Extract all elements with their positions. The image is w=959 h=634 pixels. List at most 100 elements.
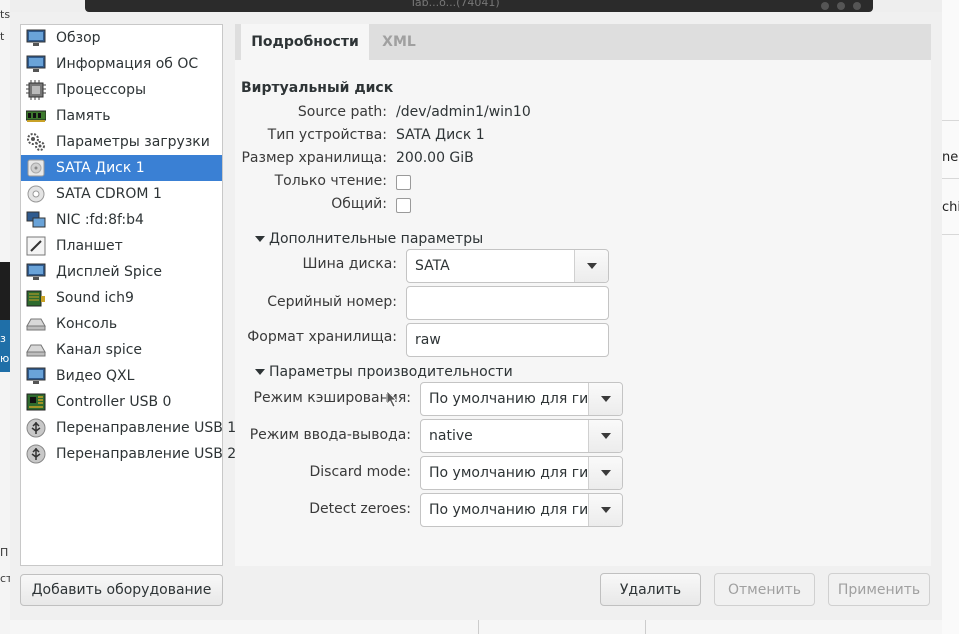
readonly-checkbox[interactable] bbox=[396, 175, 411, 190]
storage-format-label: Формат хранилища: bbox=[247, 329, 397, 345]
hw-item-cpus[interactable]: Процессоры bbox=[21, 77, 222, 103]
hw-item-nic[interactable]: NIC :fd:8f:b4 bbox=[21, 207, 222, 233]
cdrom-icon bbox=[25, 183, 47, 205]
discard-mode-combo[interactable]: По умолчанию для гип bbox=[420, 456, 623, 490]
hw-item-boot-options[interactable]: Параметры загрузки bbox=[21, 129, 222, 155]
bg-divider bbox=[942, 234, 959, 235]
cache-mode-value: По умолчанию для гип bbox=[429, 391, 588, 407]
apply-button[interactable]: Применить bbox=[828, 573, 930, 606]
hw-item-usb-redirect-1[interactable]: Перенаправление USB 1 bbox=[21, 415, 236, 441]
hw-item-sata-disk-1[interactable]: SATA Диск 1 bbox=[21, 155, 222, 181]
hw-item-video-qxl[interactable]: Видео QXL bbox=[21, 363, 222, 389]
shared-label: Общий: bbox=[331, 196, 387, 212]
gears-icon bbox=[25, 131, 47, 153]
minimize-dot-icon bbox=[821, 2, 829, 10]
io-mode-combo[interactable]: native bbox=[420, 419, 623, 453]
detect-zeroes-combo[interactable]: По умолчанию для гип bbox=[420, 493, 623, 527]
usb-icon bbox=[25, 417, 47, 439]
tablet-icon bbox=[25, 235, 47, 257]
background-right-strip: ne ( chi bbox=[942, 0, 959, 634]
bg-divider bbox=[942, 178, 959, 179]
disk-icon bbox=[25, 157, 47, 179]
bg-fragment: П bbox=[0, 546, 9, 559]
hw-item-os-info[interactable]: Информация об ОС bbox=[21, 51, 222, 77]
details-panel: Подробности XML Виртуальный диск Source … bbox=[235, 24, 931, 566]
bg-fragment: з bbox=[0, 332, 6, 345]
detect-zeroes-label: Detect zeroes: bbox=[309, 501, 411, 517]
monitor-icon bbox=[25, 27, 47, 49]
storage-size-label: Размер хранилища: bbox=[241, 150, 387, 166]
hw-item-label: Перенаправление USB 1 bbox=[56, 420, 237, 436]
chevron-down-icon[interactable] bbox=[588, 383, 622, 415]
chevron-down-icon[interactable] bbox=[588, 457, 622, 489]
performance-options-expander[interactable]: Параметры производительности bbox=[255, 364, 513, 380]
bg-divider bbox=[645, 620, 646, 634]
serial-number-label: Серийный номер: bbox=[267, 294, 397, 310]
hw-item-spice-channel[interactable]: Канал spice bbox=[21, 337, 222, 363]
hw-item-label: NIC :fd:8f:b4 bbox=[56, 212, 144, 228]
device-type-label: Тип устройства: bbox=[267, 127, 387, 143]
storage-format-input[interactable]: raw bbox=[406, 323, 609, 357]
disk-bus-combo[interactable]: SATA bbox=[406, 249, 609, 283]
chevron-down-icon[interactable] bbox=[588, 420, 622, 452]
serial-number-input[interactable] bbox=[406, 286, 609, 320]
advanced-options-title: Дополнительные параметры bbox=[269, 231, 484, 247]
bg-fragment: t bbox=[0, 30, 5, 43]
hw-item-overview[interactable]: Обзор bbox=[21, 25, 222, 51]
tab-details[interactable]: Подробности bbox=[241, 24, 369, 60]
disk-bus-label: Шина диска: bbox=[302, 256, 397, 272]
hardware-list[interactable]: Обзор Информация об ОС Процессоры Память… bbox=[20, 24, 236, 566]
cpu-icon bbox=[25, 79, 47, 101]
bg-fragment: ne ( bbox=[942, 150, 959, 165]
sound-icon bbox=[25, 287, 47, 309]
background-bottom-strip bbox=[10, 620, 942, 634]
network-icon bbox=[25, 209, 47, 231]
device-type-value: SATA Диск 1 bbox=[396, 127, 485, 143]
hw-item-tablet[interactable]: Планшет bbox=[21, 233, 222, 259]
remove-button[interactable]: Удалить bbox=[600, 573, 701, 606]
monitor-icon bbox=[25, 261, 47, 283]
source-path-value: /dev/admin1/win10 bbox=[396, 104, 531, 120]
monitor-icon bbox=[25, 53, 47, 75]
hw-item-label: Память bbox=[56, 108, 111, 124]
hw-item-label: Планшет bbox=[56, 238, 123, 254]
hw-item-label: SATA CDROM 1 bbox=[56, 186, 162, 202]
bg-dark-block bbox=[0, 262, 10, 320]
tab-bar: Подробности XML bbox=[235, 24, 931, 60]
hw-item-sata-cdrom-1[interactable]: SATA CDROM 1 bbox=[21, 181, 222, 207]
hw-item-sound[interactable]: Sound ich9 bbox=[21, 285, 222, 311]
hw-item-controller-usb[interactable]: Controller USB 0 bbox=[21, 389, 222, 415]
tab-xml[interactable]: XML bbox=[369, 24, 429, 60]
virtual-disk-title: Виртуальный диск bbox=[241, 80, 394, 96]
chevron-down-icon[interactable] bbox=[574, 250, 608, 282]
hw-item-label: Перенаправление USB 2 bbox=[56, 446, 237, 462]
hw-item-memory[interactable]: Память bbox=[21, 103, 222, 129]
chevron-down-icon[interactable] bbox=[588, 494, 622, 526]
shared-checkbox[interactable] bbox=[396, 198, 411, 213]
storage-size-value: 200.00 GiB bbox=[396, 150, 474, 166]
discard-mode-label: Discard mode: bbox=[309, 464, 411, 480]
hw-item-usb-redirect-2[interactable]: Перенаправление USB 2 bbox=[21, 441, 236, 467]
expander-arrow-icon bbox=[255, 369, 265, 375]
hw-item-display-spice[interactable]: Дисплей Spice bbox=[21, 259, 222, 285]
maximize-dot-icon bbox=[837, 2, 845, 10]
cancel-button[interactable]: Отменить bbox=[714, 573, 815, 606]
hw-item-label: Канал spice bbox=[56, 342, 143, 358]
usb-icon bbox=[25, 443, 47, 465]
hw-item-label: Sound ich9 bbox=[56, 290, 134, 306]
advanced-options-expander[interactable]: Дополнительные параметры bbox=[255, 231, 483, 247]
serial-icon bbox=[25, 339, 47, 361]
hw-item-label: Видео QXL bbox=[56, 368, 135, 384]
io-mode-value: native bbox=[429, 428, 473, 444]
hw-item-console[interactable]: Консоль bbox=[21, 311, 222, 337]
memory-icon bbox=[25, 105, 47, 127]
hw-item-label: Консоль bbox=[56, 316, 118, 332]
hw-item-label: Информация об ОС bbox=[56, 56, 199, 72]
add-hardware-button[interactable]: Добавить оборудование bbox=[20, 574, 223, 606]
mouse-cursor-icon bbox=[386, 390, 397, 408]
hw-item-label: SATA Диск 1 bbox=[56, 160, 145, 176]
background-window-titlebar: Tab...o...(74041) bbox=[85, 0, 873, 12]
detect-zeroes-value: По умолчанию для гип bbox=[429, 502, 588, 518]
cache-mode-combo[interactable]: По умолчанию для гип bbox=[420, 382, 623, 416]
disk-bus-value: SATA bbox=[415, 258, 450, 274]
